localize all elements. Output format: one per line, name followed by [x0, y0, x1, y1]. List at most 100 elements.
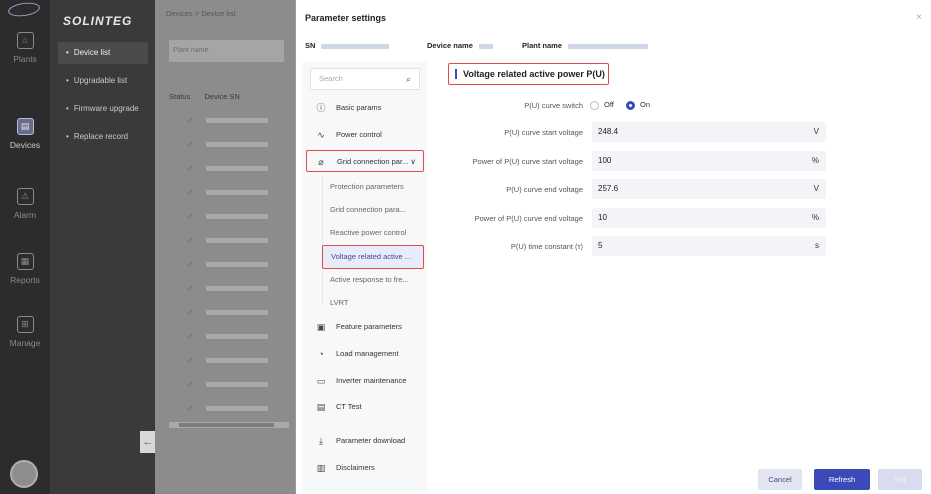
menu-item-label: Disclaimers: [336, 463, 375, 472]
field-unit: s: [815, 241, 819, 250]
start-voltage-input[interactable]: 248.4 V: [592, 122, 826, 142]
device-icon: ▤: [16, 118, 34, 135]
field-value: 100: [598, 156, 612, 165]
table-row: ⇗: [186, 163, 286, 173]
rail-label: Reports: [10, 275, 40, 285]
menu-item-basic-params[interactable]: ⓘ Basic params: [308, 97, 423, 119]
search-icon[interactable]: ⌕: [406, 69, 411, 89]
menu-item-feature-parameters[interactable]: ▣ Feature parameters: [308, 316, 423, 338]
close-icon[interactable]: ×: [916, 12, 922, 23]
table-row: ⇗: [186, 355, 286, 365]
info-icon: ⓘ: [316, 103, 326, 113]
rail-label: Plants: [13, 54, 37, 64]
col-device-sn: Device SN: [204, 92, 240, 101]
on-label: On: [640, 100, 651, 109]
submenu-active-response-frequency[interactable]: Active response to fre...: [318, 270, 426, 290]
menu-item-label: Grid connection par... ∨: [337, 157, 416, 166]
menu-search-input[interactable]: Search ⌕: [310, 68, 420, 90]
table-row: ⇗: [186, 331, 286, 341]
col-status: Status: [169, 92, 191, 101]
rail-item-devices[interactable]: ▤ Devices: [0, 118, 50, 150]
table-header: Status Device SN: [169, 92, 252, 101]
start-power-input[interactable]: 100 %: [592, 151, 826, 171]
menu-item-label: Load management: [336, 349, 399, 358]
rail-item-reports[interactable]: ▦ Reports: [0, 253, 50, 285]
table-row: ⇗: [186, 139, 286, 149]
rail-label: Devices: [9, 140, 41, 150]
table-row: ⇗: [186, 211, 286, 221]
field-unit: %: [811, 156, 819, 165]
subnav-item-firmware-upgrade[interactable]: Firmware upgrade: [58, 98, 148, 120]
field-unit: V: [813, 184, 819, 193]
menu-item-ct-test[interactable]: ▤ CT Test: [308, 396, 423, 418]
radio-on-icon: [626, 100, 635, 110]
submenu-reactive-power-control[interactable]: Reactive power control: [318, 223, 426, 243]
field-unit: V: [813, 127, 819, 136]
field-value: 5: [598, 241, 603, 250]
field-label: P(U) curve end voltage: [506, 185, 583, 194]
submenu-lvrt[interactable]: LVRT: [318, 293, 426, 313]
off-radio[interactable]: Off: [590, 100, 614, 110]
menu-item-load-management[interactable]: ◔ Load management: [308, 343, 423, 365]
menu-item-inverter-maintenance[interactable]: ▭ Inverter maintenance: [308, 370, 423, 392]
parameter-menu: Search ⌕ ⓘ Basic params ∿ Power control …: [302, 62, 427, 492]
menu-item-disclaimers[interactable]: ▥ Disclaimers: [308, 457, 423, 479]
end-power-input[interactable]: 10 %: [592, 208, 826, 228]
logo-icon: [7, 0, 41, 19]
set-button[interactable]: Set: [878, 469, 922, 490]
submenu-voltage-related-active-power[interactable]: Voltage related active ...: [322, 245, 424, 269]
home-icon: ⌂: [16, 32, 34, 49]
off-label: Off: [604, 100, 614, 109]
alarm-icon: ⚠: [16, 188, 34, 205]
subnav-item-device-list[interactable]: Device list: [58, 42, 148, 64]
table-row: ⇗: [186, 379, 286, 389]
subnav-item-replace-record[interactable]: Replace record: [58, 126, 148, 148]
rail-item-plants[interactable]: ⌂ Plants: [0, 32, 50, 64]
doc-icon: ▣: [316, 322, 326, 332]
table-row: ⇗: [186, 187, 286, 197]
field-label: Power of P(U) curve start voltage: [472, 157, 583, 166]
menu-item-grid-connection[interactable]: ⌀ Grid connection par... ∨: [306, 150, 424, 172]
maintenance-icon: ▭: [316, 376, 326, 386]
rail-label: Alarm: [13, 210, 37, 220]
refresh-button[interactable]: Refresh: [814, 469, 870, 490]
plant-name-search: Plant name: [169, 40, 284, 62]
radio-off-icon: [590, 100, 599, 110]
rail-label: Manage: [9, 338, 41, 348]
menu-item-label: Parameter download: [336, 436, 406, 445]
section-title: Voltage related active power P(U): [448, 63, 609, 85]
field-value: 10: [598, 213, 607, 222]
menu-item-label: Feature parameters: [336, 322, 402, 331]
menu-item-label: Basic params: [336, 103, 382, 112]
pulse-icon: ∿: [317, 130, 325, 140]
submenu-protection-parameters[interactable]: Protection parameters: [318, 177, 426, 197]
disclaimer-icon: ▥: [316, 463, 326, 473]
sn-info: SN: [305, 41, 390, 50]
parameter-settings-dialog: Parameter settings × SN Device name Plan…: [296, 0, 931, 494]
sn-label: SN: [305, 41, 316, 50]
table-row: ⇗: [186, 403, 286, 413]
field-label: Power of P(U) curve end voltage: [474, 214, 583, 223]
switch-label: P(U) curve switch: [524, 101, 583, 110]
avatar[interactable]: [10, 460, 38, 488]
collapse-sidebar-button[interactable]: ←: [140, 431, 156, 453]
field-value: 248.4: [598, 127, 619, 136]
download-icon: ⤓: [319, 436, 323, 446]
submenu-grid-connection-params[interactable]: Grid connection para...: [318, 200, 426, 220]
rail-item-alarm[interactable]: ⚠ Alarm: [0, 188, 50, 220]
menu-item-parameter-download[interactable]: ⤓ Parameter download: [308, 430, 423, 452]
cancel-button[interactable]: Cancel: [758, 469, 802, 490]
end-voltage-input[interactable]: 257.6 V: [592, 179, 826, 199]
device-list-background: Devices > Device list Plant name Status …: [155, 0, 295, 494]
table-row: ⇗: [186, 115, 286, 125]
search-placeholder: Search: [319, 74, 343, 83]
field-unit: %: [811, 213, 819, 222]
report-icon: ▦: [16, 253, 34, 270]
rail-item-manage[interactable]: ⊞ Manage: [0, 316, 50, 348]
on-radio[interactable]: On: [626, 100, 650, 110]
menu-item-power-control[interactable]: ∿ Power control: [308, 124, 423, 146]
subnav-item-upgradable-list[interactable]: Upgradable list: [58, 70, 148, 92]
time-constant-input[interactable]: 5 s: [592, 236, 826, 256]
field-label: P(U) curve start voltage: [504, 128, 583, 137]
link-icon: ⌀: [318, 157, 324, 167]
